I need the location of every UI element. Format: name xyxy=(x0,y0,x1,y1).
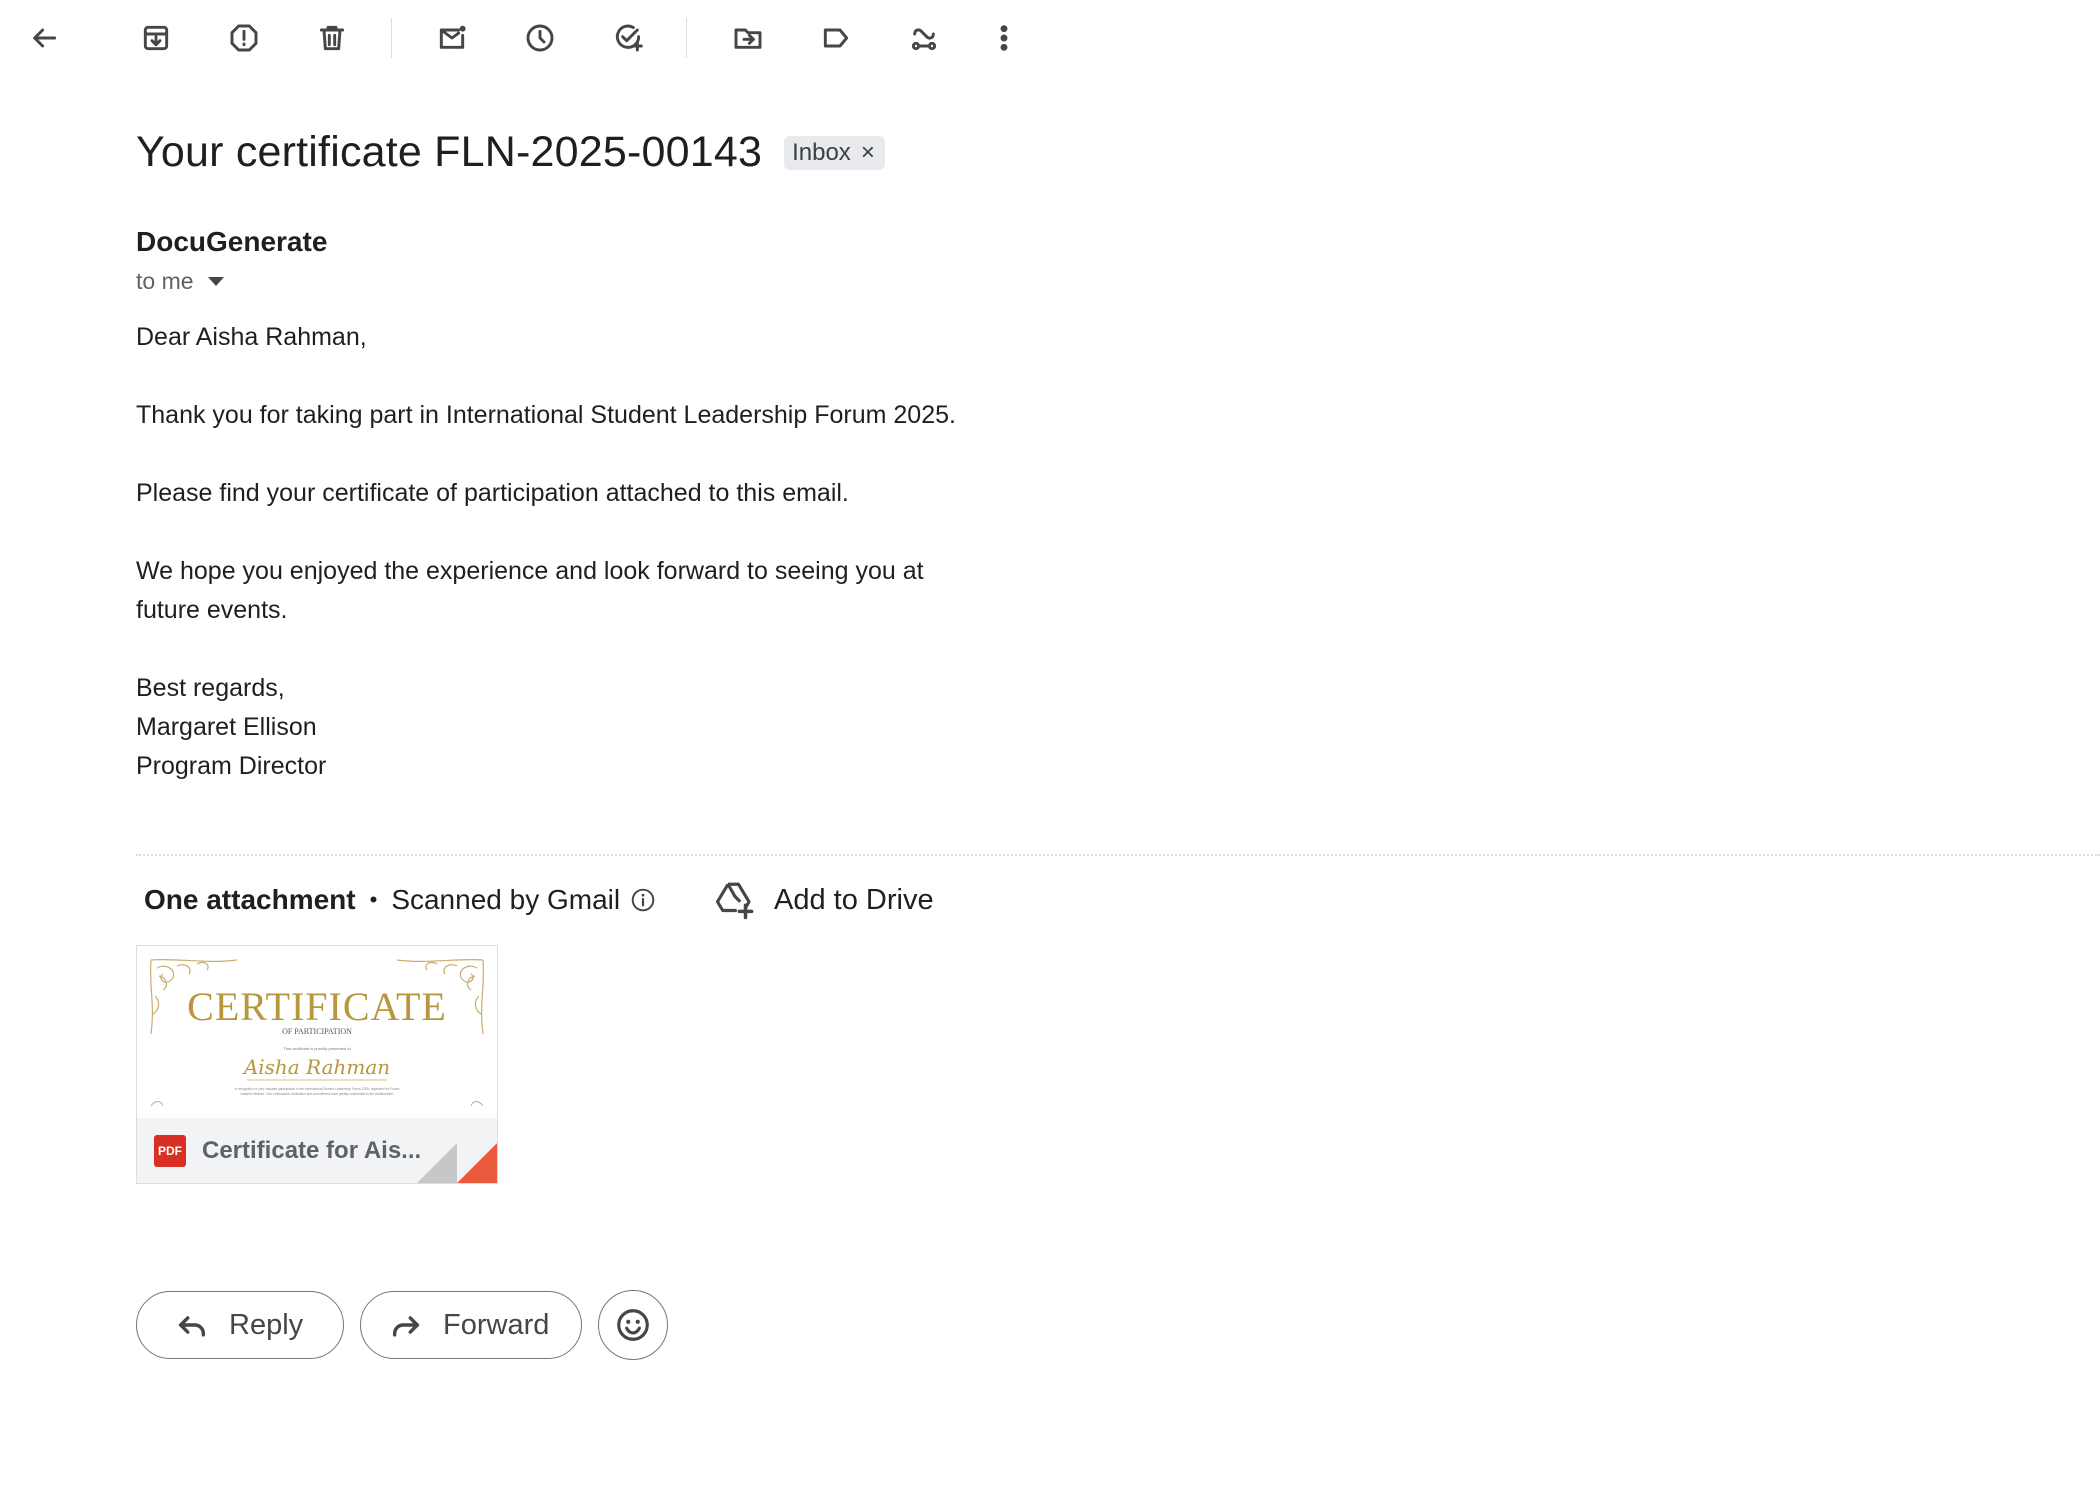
subject-row: Your certificate FLN-2025-00143 Inbox × xyxy=(136,128,885,177)
toolbar xyxy=(0,0,2100,76)
cert-presented-line: This certificate is proudly presented to xyxy=(283,1046,351,1051)
body-closing: Best regards, xyxy=(136,674,285,702)
add-task-icon[interactable] xyxy=(604,14,652,62)
certificate-thumbnail: CERTIFICATE OF PARTICIPATION This certif… xyxy=(150,959,484,1107)
attachments-divider xyxy=(136,854,2100,856)
smiley-icon xyxy=(617,1309,649,1341)
ornament-bottom xyxy=(150,1101,484,1107)
toolbar-divider xyxy=(686,18,687,58)
certificate-preview: CERTIFICATE OF PARTICIPATION This certif… xyxy=(137,946,497,1118)
delete-icon[interactable] xyxy=(308,14,356,62)
reply-label: Reply xyxy=(229,1308,304,1341)
info-icon[interactable] xyxy=(630,887,656,913)
attachments-header: One attachment • Scanned by Gmail xyxy=(144,880,656,920)
cert-recipient: Aisha Rahman xyxy=(242,1055,390,1079)
recipient-text: to me xyxy=(136,268,194,294)
forward-button[interactable]: Forward xyxy=(360,1291,582,1359)
body-paragraph: We hope you enjoyed the experience and l… xyxy=(136,557,924,624)
report-spam-icon[interactable] xyxy=(220,14,268,62)
separator-dot: • xyxy=(369,887,378,912)
recipient-line[interactable]: to me xyxy=(136,268,224,295)
chevron-down-icon[interactable] xyxy=(207,277,224,286)
more-vert-icon[interactable] xyxy=(980,14,1028,62)
action-row: Reply Forward xyxy=(136,1290,668,1360)
attachment-filename: Certificate for Ais... xyxy=(202,1136,422,1164)
cert-body-line: Leaders Network. Your enthusiasm, dedica… xyxy=(240,1092,394,1096)
mark-unread-icon[interactable] xyxy=(428,14,476,62)
cert-heading: CERTIFICATE xyxy=(187,984,447,1029)
cert-body-line: In recognition of your valuable particip… xyxy=(235,1087,400,1091)
forward-icon xyxy=(392,1316,420,1337)
body-paragraph: Please find your certificate of particip… xyxy=(136,479,849,507)
attachment-count: One attachment xyxy=(144,884,356,915)
cert-subheading: OF PARTICIPATION xyxy=(282,1027,352,1036)
move-to-icon[interactable] xyxy=(724,14,772,62)
add-to-drive-button[interactable]: Add to Drive xyxy=(714,876,934,924)
inbox-label-chip[interactable]: Inbox × xyxy=(784,135,885,170)
forward-label: Forward xyxy=(443,1308,550,1341)
toolbar-divider xyxy=(391,18,392,58)
signer-title: Program Director xyxy=(136,752,327,780)
back-arrow-icon[interactable] xyxy=(20,14,68,62)
scanned-by-gmail: Scanned by Gmail xyxy=(391,884,621,915)
body-greeting: Dear Aisha Rahman, xyxy=(136,323,367,351)
signer-name: Margaret Ellison xyxy=(136,713,317,741)
email-subject: Your certificate FLN-2025-00143 xyxy=(136,128,763,176)
email-body: Dear Aisha Rahman, Thank you for taking … xyxy=(136,318,1036,786)
attachment-card[interactable]: CERTIFICATE OF PARTICIPATION This certif… xyxy=(136,945,498,1184)
create-event-icon[interactable] xyxy=(900,14,948,62)
archive-icon[interactable] xyxy=(132,14,180,62)
reply-icon xyxy=(178,1316,206,1337)
label-chip-text: Inbox xyxy=(792,138,851,166)
remove-label-icon[interactable]: × xyxy=(861,139,875,167)
add-to-drive-label: Add to Drive xyxy=(774,883,934,916)
page-fold-icon xyxy=(417,1143,497,1183)
snooze-icon[interactable] xyxy=(516,14,564,62)
pdf-icon: PDF xyxy=(154,1134,186,1167)
drive-add-icon xyxy=(715,882,754,920)
sender-name[interactable]: DocuGenerate xyxy=(136,226,327,258)
reply-button[interactable]: Reply xyxy=(136,1291,344,1359)
body-paragraph: Thank you for taking part in Internation… xyxy=(136,401,956,429)
emoji-reaction-button[interactable] xyxy=(598,1290,668,1360)
label-icon[interactable] xyxy=(812,14,860,62)
